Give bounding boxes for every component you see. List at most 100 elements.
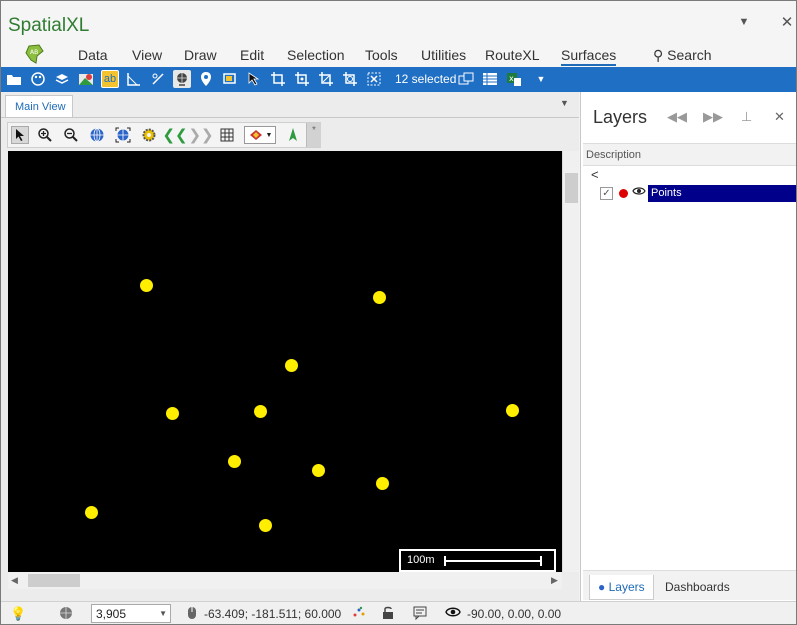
tab-dashboards[interactable]: Dashboards [657, 575, 738, 600]
scroll-left-icon[interactable]: ◀ [11, 575, 18, 586]
north-arrow-icon[interactable] [284, 126, 302, 144]
tab-layers-label: Layers [608, 580, 645, 594]
zoom-out-icon[interactable] [62, 126, 80, 144]
svg-text:AB: AB [30, 49, 38, 56]
map-point[interactable] [506, 404, 519, 417]
measure-angle-icon[interactable] [125, 70, 143, 88]
customize-toolbar-icon[interactable]: ▼ [532, 70, 550, 88]
rewind-icon[interactable]: ◀◀ [667, 109, 687, 125]
export-excel-icon[interactable]: x [505, 70, 523, 88]
map-pin-icon[interactable] [77, 70, 95, 88]
mouse-icon [187, 606, 197, 623]
toolbar-overflow-button[interactable]: * [306, 123, 321, 147]
menu-draw[interactable]: Draw [184, 47, 217, 63]
crop-line-icon[interactable] [317, 70, 335, 88]
scale-combobox[interactable]: 3,905 ▼ [91, 604, 171, 623]
svg-text:x: x [509, 74, 514, 83]
attribute-table-icon[interactable] [481, 70, 499, 88]
layer-visibility-checkbox[interactable]: ✓ [600, 187, 613, 200]
eye-icon[interactable] [632, 185, 646, 200]
layer-row[interactable]: ✓ Points [583, 185, 796, 202]
previous-view-icon[interactable]: ❮❮ [162, 126, 187, 144]
tab-list-icon[interactable]: ▼ [560, 98, 569, 108]
menu-view[interactable]: View [132, 47, 162, 63]
close-panel-icon[interactable]: ✕ [774, 109, 785, 125]
fast-forward-icon[interactable]: ▶▶ [703, 109, 723, 125]
map-canvas[interactable]: y x 100m [8, 151, 562, 572]
scrollbar-thumb[interactable] [28, 574, 80, 587]
scrollbar-thumb[interactable] [565, 173, 578, 203]
column-header-description[interactable]: Description [583, 143, 796, 166]
map-point[interactable] [376, 477, 389, 490]
chevron-down-icon: ▼ [159, 609, 167, 618]
scale-label: 100m [407, 554, 435, 566]
search-icon: ⚲ [653, 47, 664, 63]
menu-data[interactable]: Data [78, 47, 108, 63]
clear-selection-icon[interactable] [365, 70, 383, 88]
select-arrow-icon[interactable] [245, 70, 263, 88]
menu-tools[interactable]: Tools [365, 47, 398, 63]
grid-icon[interactable] [218, 126, 236, 144]
map-point[interactable] [228, 455, 241, 468]
map-point[interactable] [254, 405, 267, 418]
folder-icon[interactable] [5, 70, 23, 88]
cursor-coordinates: -63.409; -181.511; 60.000 [204, 607, 342, 621]
zoom-in-icon[interactable] [36, 126, 54, 144]
map-point[interactable] [312, 464, 325, 477]
layers-panel: Layers ◀◀ ▶▶ ⊥ ✕ Description < ✓ Points … [580, 92, 796, 601]
map-vertical-scrollbar[interactable] [562, 151, 579, 572]
layer-color-swatch [619, 189, 628, 198]
menu-utilities[interactable]: Utilities [421, 47, 466, 63]
tab-layers[interactable]: ● Layers [589, 575, 654, 600]
pointer-icon[interactable] [11, 126, 29, 144]
selection-count: 12 selected [395, 72, 457, 86]
map-point[interactable] [259, 519, 272, 532]
map-point[interactable] [140, 279, 153, 292]
menu-routexl[interactable]: RouteXL [485, 47, 539, 63]
map-point[interactable] [85, 506, 98, 519]
pin-icon[interactable]: ⊥ [741, 109, 752, 125]
label-icon[interactable]: ab [101, 70, 119, 88]
search-button[interactable]: ⚲ Search [653, 47, 712, 64]
close-icon[interactable]: ✕ [777, 13, 796, 31]
crop-select-icon[interactable] [269, 70, 287, 88]
eye-icon[interactable] [445, 606, 461, 621]
map-horizontal-scrollbar[interactable]: ◀ ▶ [8, 572, 562, 589]
layers-stack-icon[interactable] [53, 70, 71, 88]
settings-gear-icon[interactable] [140, 126, 158, 144]
unlock-icon[interactable] [382, 606, 394, 623]
crop-circle-icon[interactable] [341, 70, 359, 88]
measure-tool-icon[interactable] [149, 70, 167, 88]
zoom-extent-globe-icon[interactable] [88, 126, 106, 144]
layer-name[interactable]: Points [648, 185, 796, 202]
app-window: SpatialXL ▼ ✕ AB Data View Draw Edit Sel… [0, 0, 797, 625]
location-pin-icon[interactable] [197, 70, 215, 88]
scale-line [444, 560, 542, 562]
map-point[interactable] [373, 291, 386, 304]
select-rectangle-icon[interactable] [221, 70, 239, 88]
background-color-dropdown[interactable]: ▼ [244, 126, 276, 144]
chevron-down-icon: ▼ [265, 131, 273, 139]
zoom-to-selection-icon[interactable] [457, 70, 475, 88]
globe-icon[interactable] [173, 70, 191, 88]
palette-icon[interactable] [29, 70, 47, 88]
window-options-icon[interactable]: ▼ [734, 16, 754, 28]
lightbulb-icon[interactable]: 💡 [10, 606, 26, 622]
menu-selection[interactable]: Selection [287, 47, 345, 63]
back-button[interactable]: < [591, 167, 599, 182]
message-icon[interactable] [413, 606, 427, 623]
scroll-right-icon[interactable]: ▶ [551, 575, 558, 586]
app-logo-icon[interactable]: AB [23, 44, 45, 64]
menu-edit[interactable]: Edit [240, 47, 264, 63]
menu-surfaces[interactable]: Surfaces [561, 47, 617, 66]
menu-bar: AB Data View Draw Edit Selection Tools U… [1, 43, 796, 67]
next-view-icon[interactable]: ❯❯ [188, 126, 213, 144]
map-point[interactable] [285, 359, 298, 372]
crop-polygon-icon[interactable] [293, 70, 311, 88]
globe-icon[interactable] [59, 606, 73, 623]
snap-points-icon[interactable] [353, 606, 365, 621]
globe-icon: ● [598, 580, 606, 594]
tab-main-view[interactable]: Main View [5, 95, 73, 118]
zoom-selection-globe-icon[interactable] [114, 126, 132, 144]
map-point[interactable] [166, 407, 179, 420]
